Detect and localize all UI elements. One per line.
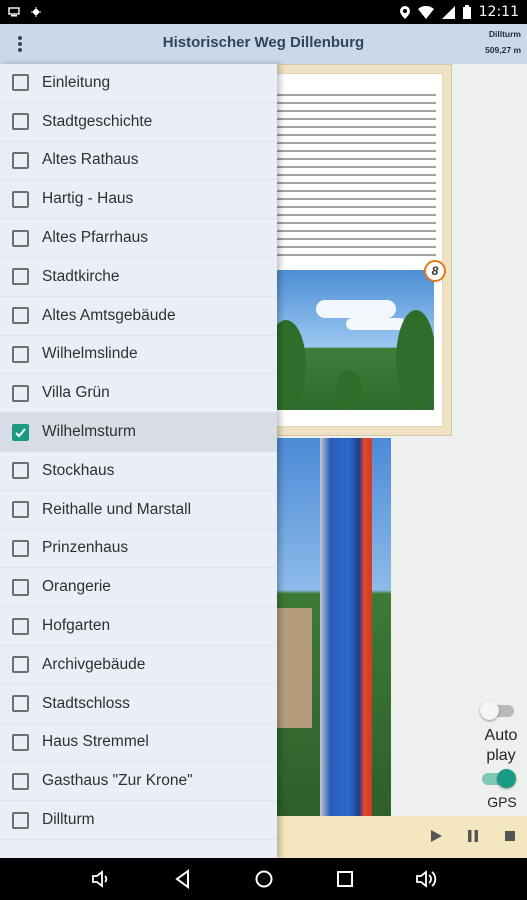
pause-icon[interactable] — [465, 828, 481, 844]
chapter-drawer: Einleitung Stadtgeschichte Altes Rathaus Ha… — [0, 64, 277, 858]
location-icon — [399, 5, 410, 19]
drawer-item[interactable]: Hofgarten — [0, 607, 277, 646]
drawer-item[interactable]: Wilhelmslinde — [0, 336, 277, 375]
gps-label: GPS — [487, 794, 517, 810]
checkbox-checked[interactable] — [12, 423, 29, 441]
checkbox[interactable] — [12, 501, 29, 519]
drawer-item-label: Wilhelmslinde — [42, 345, 138, 363]
drawer-item-label: Gasthaus "Zur Krone" — [42, 772, 193, 790]
app-bar: Historischer Weg Dillenburg Dillturm 509… — [0, 24, 527, 64]
drawer-item[interactable]: Prinzenhaus — [0, 530, 277, 569]
drawer-item-label: Wilhelmsturm — [42, 423, 136, 441]
autoplay-toggle[interactable] — [480, 700, 518, 720]
drawer-item-label: Stadtgeschichte — [42, 112, 153, 130]
drawer-item-label: Altes Rathaus — [42, 151, 139, 169]
check-icon — [15, 427, 26, 438]
checkbox[interactable] — [12, 345, 29, 363]
volume-down-icon[interactable] — [90, 868, 112, 890]
drawer-item[interactable]: Orangerie — [0, 568, 277, 608]
drawer-item[interactable]: Villa Grün — [0, 374, 277, 414]
book-page-text — [276, 94, 436, 269]
gps-toggle[interactable] — [480, 768, 518, 788]
drawer-item-label: Stadtschloss — [42, 694, 130, 712]
drawer-item[interactable]: Wilhelmsturm — [0, 413, 277, 452]
flag — [320, 438, 372, 818]
drawer-item[interactable]: Haus Stremmel — [0, 724, 277, 763]
distance-value: 509,27 m — [485, 45, 521, 55]
drawer-item[interactable]: Einleitung — [0, 64, 277, 103]
book-page-inner: 8 — [271, 73, 446, 427]
drawer-item[interactable]: Stadtgeschichte — [0, 103, 277, 142]
checkbox[interactable] — [12, 695, 29, 713]
drawer-item-label: Altes Pfarrhaus — [42, 229, 148, 247]
battery-icon — [462, 5, 471, 19]
distance-target: Dillturm — [488, 29, 521, 39]
drawer-item-label: Haus Stremmel — [42, 733, 149, 751]
screen-icon — [8, 7, 20, 17]
checkbox[interactable] — [12, 578, 29, 596]
drawer-item-label: Stadtkirche — [42, 267, 120, 285]
drawer-item[interactable]: Hartig - Haus — [0, 180, 277, 220]
tower-flag-photo[interactable] — [262, 438, 391, 818]
autoplay-label: Auto play — [484, 727, 518, 764]
checkbox[interactable] — [12, 617, 29, 635]
drawer-item[interactable]: Altes Amtsgebäude — [0, 297, 277, 336]
checkbox[interactable] — [12, 772, 29, 790]
drawer-item[interactable]: Altes Rathaus — [0, 142, 277, 181]
checkbox[interactable] — [12, 733, 29, 751]
volume-up-icon[interactable] — [415, 868, 437, 890]
drawer-item-label: Villa Grün — [42, 384, 110, 402]
drawer-item[interactable]: Stadtkirche — [0, 258, 277, 297]
checkbox[interactable] — [12, 656, 29, 674]
drawer-item-label: Reithalle und Marstall — [42, 500, 192, 518]
status-bar: 12:11 — [0, 0, 527, 24]
wifi-icon — [417, 5, 434, 19]
checkbox[interactable] — [12, 268, 29, 286]
drawer-item[interactable]: Stockhaus — [0, 452, 277, 491]
checkbox[interactable] — [12, 151, 29, 169]
stop-icon[interactable] — [502, 828, 518, 844]
app-title: Historischer Weg Dillenburg — [162, 34, 365, 51]
drawer-item[interactable]: Stadtschloss — [0, 685, 277, 724]
checkbox[interactable] — [12, 229, 29, 247]
drawer-item-label: Hartig - Haus — [42, 190, 134, 208]
book-page-photo — [276, 270, 434, 410]
drawer-item[interactable]: Altes Pfarrhaus — [0, 219, 277, 258]
clock: 12:11 — [478, 4, 519, 20]
tower-building — [272, 608, 312, 728]
drawer-item-label: Stockhaus — [42, 461, 115, 479]
checkbox[interactable] — [12, 307, 29, 325]
checkbox[interactable] — [12, 811, 29, 829]
checkbox[interactable] — [12, 384, 29, 402]
drawer-item[interactable]: Gasthaus "Zur Krone" — [0, 762, 277, 802]
signal-icon — [441, 5, 455, 19]
book-page[interactable]: 8 — [262, 64, 452, 436]
distance-readout: Dillturm 509,27 m — [485, 26, 521, 58]
checkbox[interactable] — [12, 74, 29, 92]
drawer-item[interactable]: Dillturm — [0, 801, 277, 840]
play-icon[interactable] — [428, 828, 444, 844]
system-nav-bar — [0, 858, 527, 900]
bug-icon — [31, 7, 41, 17]
drawer-item-label: Dillturm — [42, 811, 95, 829]
drawer-item-label: Orangerie — [42, 578, 111, 596]
recents-icon[interactable] — [334, 868, 356, 890]
checkbox[interactable] — [12, 190, 29, 208]
drawer-item-label: Prinzenhaus — [42, 539, 129, 557]
drawer-item-label: Archivgebäude — [42, 655, 146, 673]
drawer-item-label: Einleitung — [42, 73, 111, 91]
checkbox[interactable] — [12, 113, 29, 131]
drawer-item-label: Hofgarten — [42, 617, 111, 635]
back-icon[interactable] — [172, 868, 194, 890]
page-number-badge: 8 — [424, 260, 446, 282]
home-icon[interactable] — [253, 868, 275, 890]
drawer-item[interactable]: Archivgebäude — [0, 646, 277, 685]
checkbox[interactable] — [12, 539, 29, 557]
checkbox[interactable] — [12, 462, 29, 480]
drawer-item-label: Altes Amtsgebäude — [42, 306, 176, 324]
drawer-item[interactable]: Reithalle und Marstall — [0, 491, 277, 530]
